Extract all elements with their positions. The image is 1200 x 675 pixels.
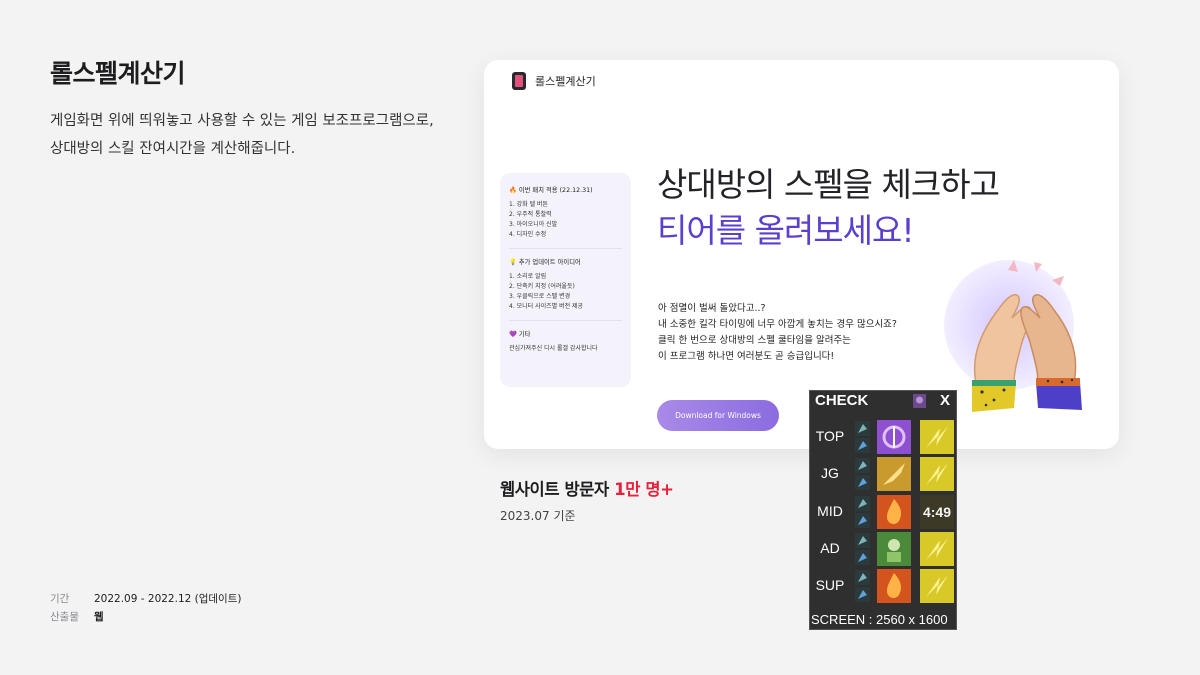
patch-item: 2. 단축키 지정 (어려울듯) — [509, 283, 575, 290]
rune-top-icon[interactable] — [855, 495, 870, 511]
download-for-windows-button[interactable]: Download for Windows — [657, 400, 779, 431]
ignite-spell-icon[interactable] — [877, 494, 911, 529]
mockup-logo-text: 롤스펠계산기 — [535, 75, 596, 88]
patch-item: 1. 소리로 알림 — [509, 273, 547, 280]
meta-value: 웹 — [94, 611, 104, 623]
lane-label: SUP — [815, 577, 845, 594]
lane-label: TOP — [815, 428, 845, 444]
cooldown-timer[interactable]: 4:49 — [920, 494, 954, 529]
meta-output-row: 산출물 웹 — [50, 608, 241, 626]
headline-line-accent: 티어를 올려보세요! — [657, 211, 915, 250]
ignite-spell-icon[interactable] — [877, 569, 911, 604]
body-line: 내 소중한 킬각 타이밍에 너무 아깝게 놓치는 경우 많으시죠? — [658, 319, 897, 330]
rune-bottom-icon[interactable] — [855, 512, 870, 528]
smite-spell-icon[interactable] — [877, 457, 911, 492]
overlay-row-sup: SUP — [810, 567, 958, 604]
spell-timer-overlay: CHECK X TOP JG MID 4:49 AD SUP SCREEN : 2560 … — [809, 390, 957, 630]
mockup-logo[interactable]: 롤스펠계산기 — [512, 72, 596, 90]
flash-spell-icon[interactable] — [920, 457, 954, 492]
patch-item: 4. 디자인 수정 — [509, 231, 547, 238]
overlay-row-mid: MID 4:49 — [810, 493, 958, 530]
stats-prefix: 웹사이트 방문자 — [500, 480, 615, 499]
meta-value: 2022.09 - 2022.12 (업데이트) — [94, 593, 242, 605]
patch-item: 3. 아이오니아 신발 — [509, 221, 558, 228]
patch-section-title: 💡 추가 업데이트 아이디어 — [509, 259, 581, 266]
description-line: 상대방의 스킬 잔여시간을 계산해줍니다. — [50, 141, 296, 157]
rune-top-icon[interactable] — [855, 458, 870, 474]
rune-top-icon[interactable] — [855, 532, 870, 548]
body-line: 이 프로그램 하나면 여러분도 곧 승급입니다! — [658, 351, 835, 362]
stats-date: 2023.07 기준 — [500, 509, 576, 523]
meta-key: 기간 — [50, 593, 70, 605]
meta-key: 산출물 — [50, 611, 79, 623]
patch-item: 1. 강화 텔 버튼 — [509, 201, 549, 208]
patch-notes-card: 🔥 이번 패치 적용 (22.12.31) 1. 강화 텔 버튼 2. 우주적 … — [500, 173, 631, 387]
meta-period-row: 기간 2022.09 - 2022.12 (업데이트) — [50, 590, 241, 608]
divider — [509, 320, 622, 321]
champion-portrait-icon — [913, 394, 926, 408]
patch-section-title: 💜 기타 — [509, 331, 531, 338]
rune-top-icon[interactable] — [855, 421, 870, 436]
flash-spell-icon[interactable] — [920, 531, 954, 566]
app-logo-icon — [512, 72, 526, 90]
overlay-header: CHECK — [815, 392, 869, 409]
lane-label: MID — [817, 502, 843, 519]
hero-headline: 상대방의 스펠을 체크하고 티어를 올려보세요! — [657, 162, 1000, 254]
headline-line: 상대방의 스펠을 체크하고 — [657, 165, 1000, 204]
body-line: 아 점멸이 벌써 돌았다고..? — [658, 303, 766, 314]
stats-highlight: 1만 명+ — [614, 480, 674, 499]
description-line: 게임화면 위에 띄워놓고 사용할 수 있는 게임 보조프로그램으로, — [50, 113, 434, 129]
rune-bottom-icon[interactable] — [855, 587, 870, 603]
patch-section-title: 🔥 이번 패치 적용 (22.12.31) — [509, 187, 593, 194]
flash-spell-icon[interactable] — [920, 420, 954, 454]
rune-top-icon[interactable] — [855, 570, 870, 586]
patch-item: 4. 모니터 사이즈별 버전 제공 — [509, 303, 584, 310]
body-line: 클릭 한 번으로 상대방의 스펠 쿨타임을 알려주는 — [658, 335, 851, 346]
high-five-hands-illustration — [972, 260, 1082, 412]
teleport-spell-icon[interactable] — [877, 420, 911, 454]
overlay-row-ad: AD — [810, 530, 958, 567]
heal-spell-icon[interactable] — [877, 531, 911, 566]
page-description: 게임화면 위에 띄워놓고 사용할 수 있는 게임 보조프로그램으로, 상대방의 … — [50, 107, 450, 163]
project-meta: 기간 2022.09 - 2022.12 (업데이트) 산출물 웹 — [50, 590, 241, 626]
visitor-stats: 웹사이트 방문자 1만 명+ — [500, 476, 674, 500]
rune-bottom-icon[interactable] — [855, 475, 870, 491]
lane-label: AD — [820, 539, 840, 556]
overlay-row-jg: JG — [810, 455, 958, 492]
patch-item: 관심가져주신 디시 롤갤 감사합니다 — [509, 345, 598, 352]
patch-item: 2. 우주적 통찰력 — [509, 211, 552, 218]
patch-item: 3. 우클릭으로 스펠 변경 — [509, 293, 571, 300]
rune-bottom-icon[interactable] — [855, 549, 870, 565]
flash-spell-icon[interactable] — [920, 569, 954, 604]
website-mockup: 롤스펠계산기 🔥 이번 패치 적용 (22.12.31) 1. 강화 텔 버튼 … — [484, 60, 1119, 449]
hero-body-copy: 아 점멸이 벌써 돌았다고..? 내 소중한 킬각 타이밍에 너무 아깝게 놓치… — [658, 301, 897, 365]
overlay-row-top: TOP — [810, 418, 958, 455]
lane-label: JG — [821, 465, 839, 482]
rune-bottom-icon[interactable] — [855, 438, 870, 453]
overlay-close-button[interactable]: X — [940, 392, 950, 409]
divider — [509, 248, 622, 249]
screen-resolution-label: SCREEN : 2560 x 1600 — [811, 612, 948, 627]
page-title: 롤스펠계산기 — [50, 59, 186, 88]
